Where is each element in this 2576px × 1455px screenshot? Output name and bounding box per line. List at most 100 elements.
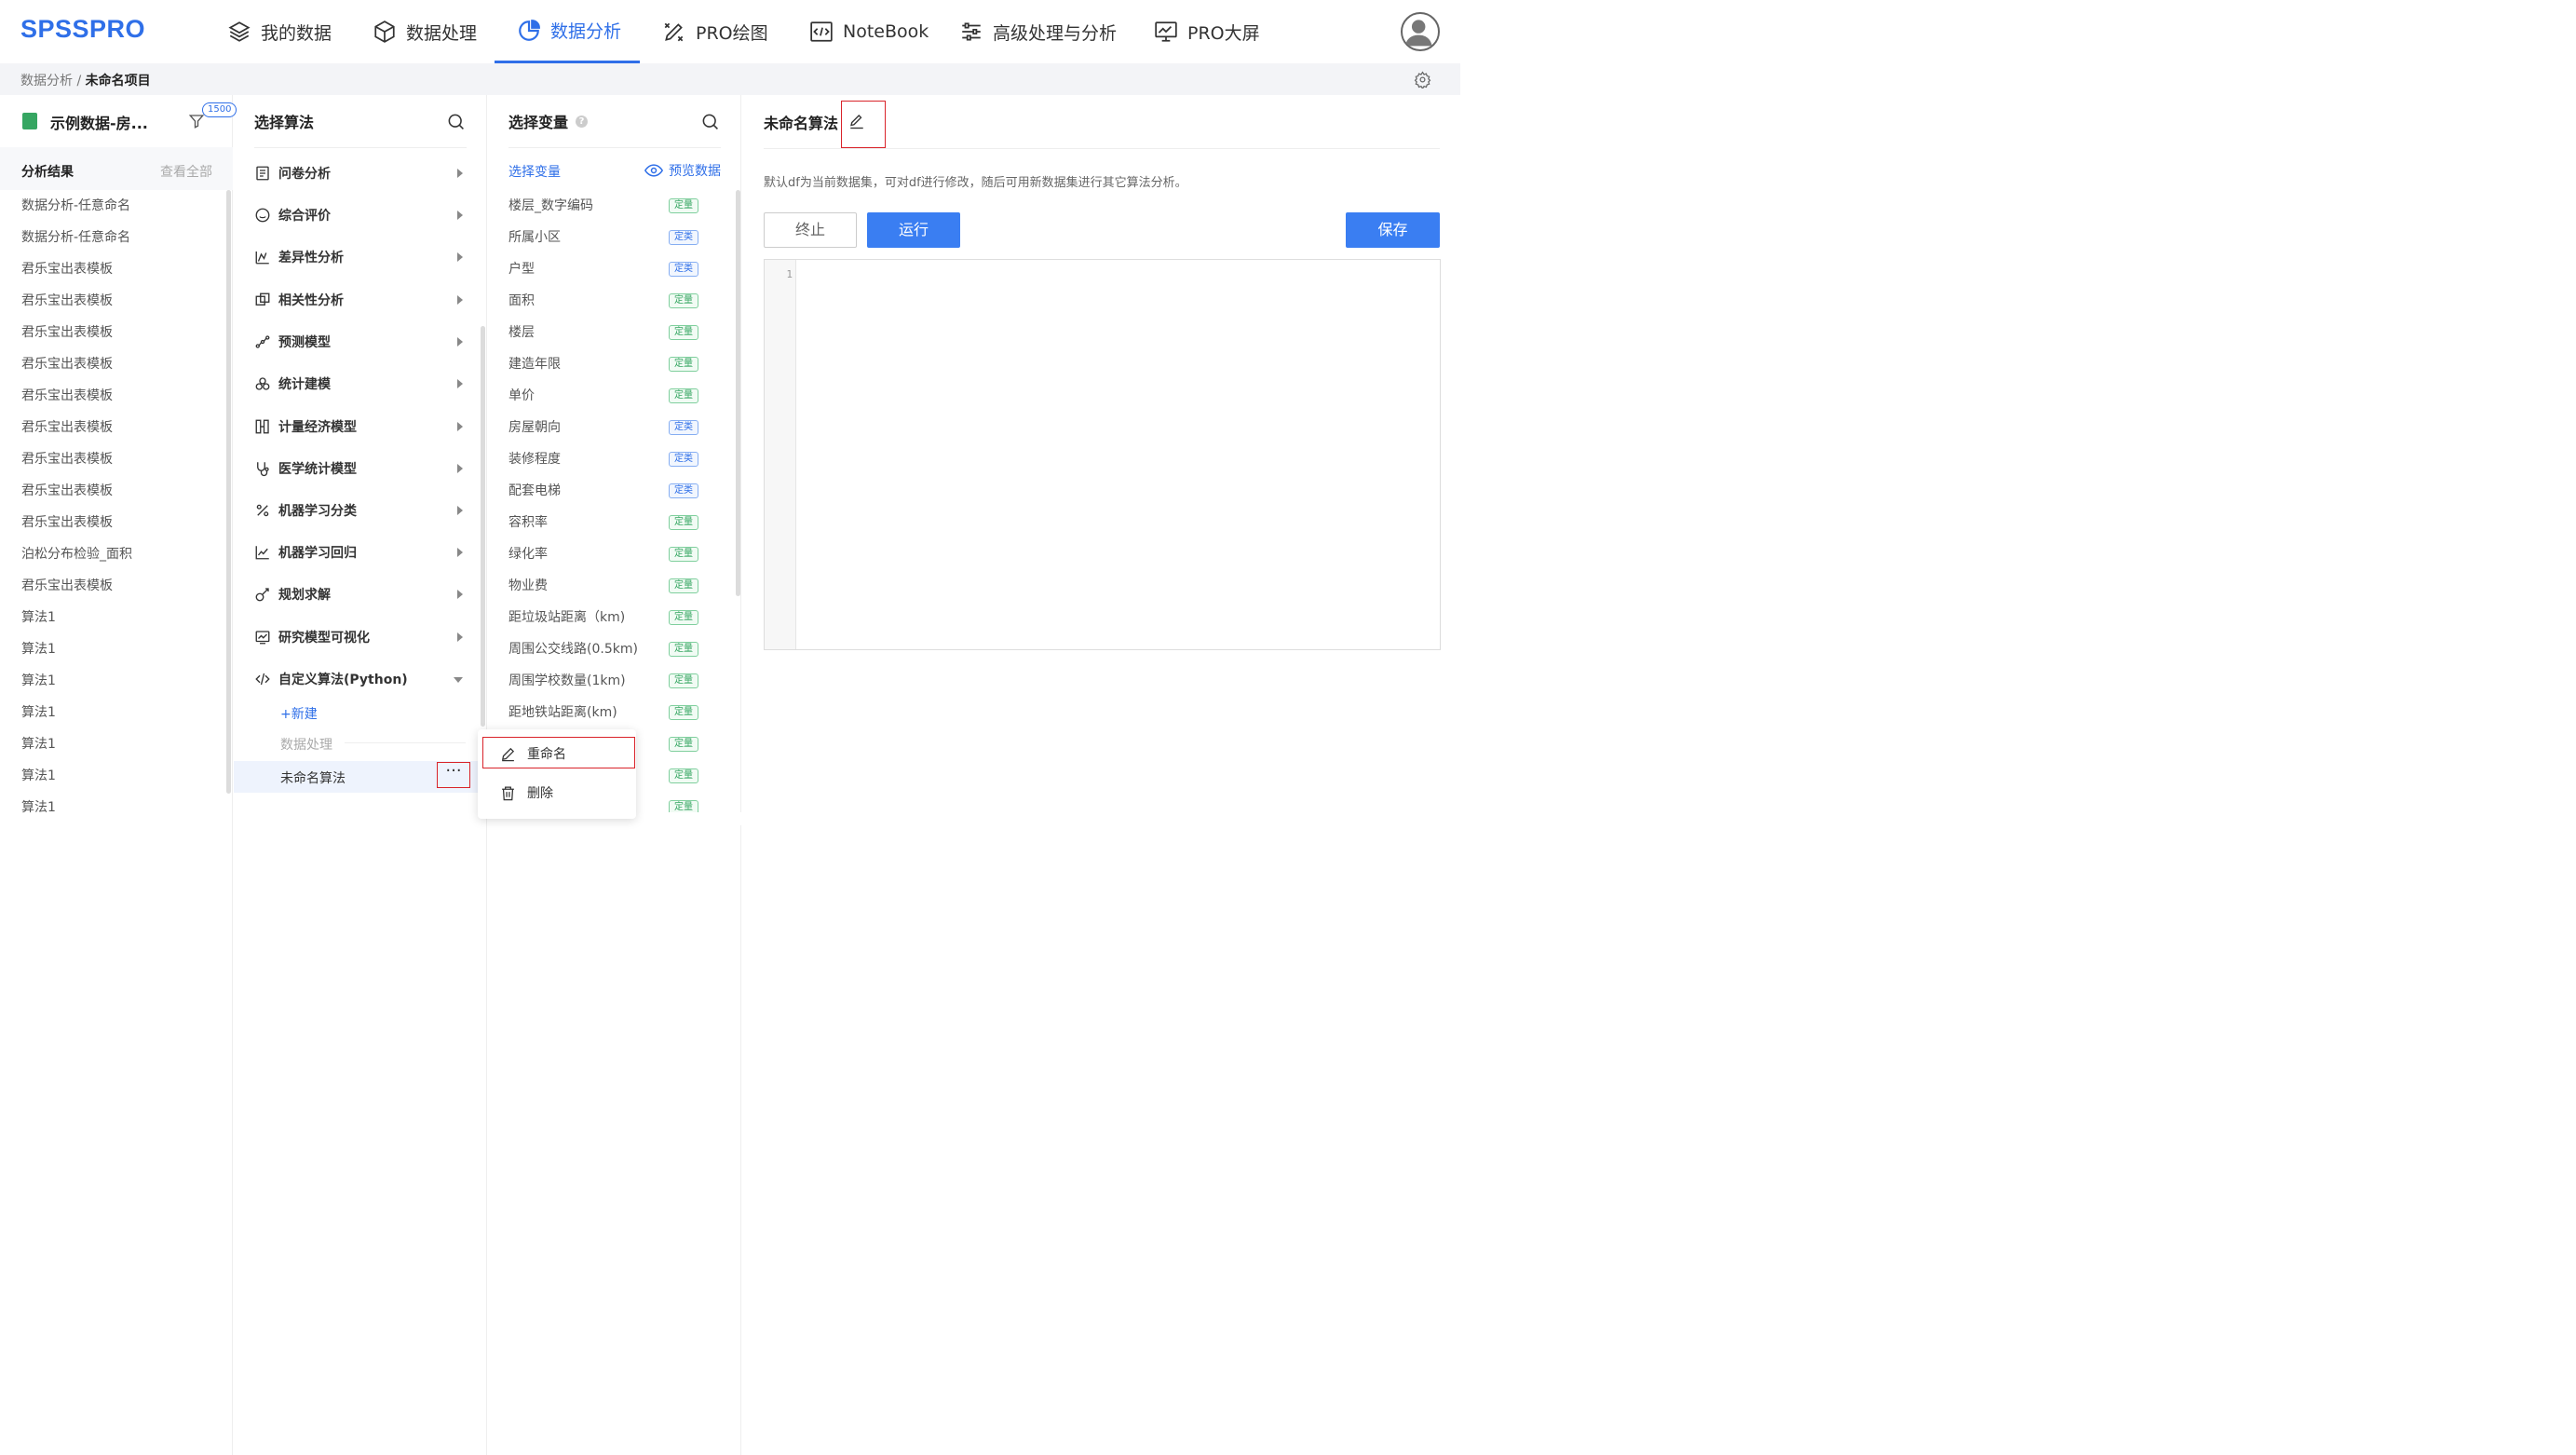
results-title: 分析结果 (21, 165, 74, 180)
view-all-link[interactable]: 查看全部 (160, 162, 212, 181)
nav-advanced[interactable]: 高级处理与分析 (959, 0, 1117, 63)
app-logo[interactable]: SPSSPRO (20, 15, 145, 44)
result-item[interactable]: 算法1 (0, 665, 227, 697)
result-item[interactable]: 算法1 (0, 697, 227, 728)
preview-data-label: 预览数据 (669, 164, 721, 179)
algorithm-category-label: 自定义算法(Python) (278, 673, 408, 687)
algorithm-category[interactable]: 问卷分析 (254, 162, 468, 184)
result-item[interactable]: 算法1 (0, 792, 227, 823)
result-item[interactable]: 君乐宝出表模板 (0, 475, 227, 507)
algorithm-scrollbar[interactable] (481, 326, 485, 727)
algorithm-category[interactable]: 研究模型可视化 (254, 626, 468, 648)
variable-name: 距地铁站距离(km) (508, 705, 617, 720)
result-item[interactable]: 算法1 (0, 602, 227, 633)
nav-pro-drawing[interactable]: PRO绘图 (662, 0, 768, 63)
result-item[interactable]: 数据分析-任意命名 (0, 222, 227, 253)
algorithm-category[interactable]: 自定义算法(Python) (254, 668, 468, 690)
variable-item[interactable]: 所属小区 定类 (508, 222, 704, 253)
results-scrollbar[interactable] (226, 190, 231, 794)
variable-scrollbar[interactable] (736, 190, 740, 596)
variable-item[interactable]: 容积率 定量 (508, 507, 704, 538)
result-item[interactable]: 君乐宝出表模板 (0, 443, 227, 475)
algorithm-category-label: 计量经济模型 (278, 420, 357, 435)
variable-type-tag: 定类 (669, 230, 698, 245)
variable-item[interactable]: 距垃圾站距离（km) 定量 (508, 602, 704, 633)
nav-pro-dashboard[interactable]: PRO大屏 (1154, 0, 1260, 63)
algorithm-category[interactable]: 医学统计模型 (254, 457, 468, 480)
variable-item[interactable]: 建造年限 定量 (508, 348, 704, 380)
draw-icon (664, 22, 684, 42)
stop-button[interactable]: 终止 (764, 212, 857, 248)
chevron-right-icon (457, 169, 463, 178)
variable-item[interactable]: 配套电梯 定类 (508, 475, 704, 507)
chevron-right-icon (457, 632, 463, 642)
algorithm-group-label: 数据处理 (280, 738, 332, 753)
code-editor[interactable]: 1 (764, 259, 1441, 650)
nav-notebook[interactable]: NoteBook (809, 0, 929, 63)
variable-name: 容积率 (508, 515, 548, 530)
nav-label: PRO绘图 (696, 22, 768, 44)
search-icon[interactable] (447, 113, 465, 130)
result-item[interactable]: 君乐宝出表模板 (0, 285, 227, 317)
new-algorithm-link[interactable]: +新建 (280, 704, 318, 723)
algorithm-category[interactable]: 机器学习分类 (254, 499, 468, 522)
difference-icon (255, 252, 269, 265)
help-icon[interactable]: ? (576, 115, 589, 128)
result-item[interactable]: 君乐宝出表模板 (0, 317, 227, 348)
variable-item[interactable]: 户型 定类 (508, 253, 704, 285)
algorithm-category[interactable]: 规划求解 (254, 583, 468, 605)
nav-data-processing[interactable]: 数据处理 (373, 0, 477, 63)
preview-data-button[interactable]: 预览数据 (644, 161, 721, 180)
nav-my-data[interactable]: 我的数据 (227, 0, 332, 63)
algorithm-category[interactable]: 机器学习回归 (254, 541, 468, 564)
variable-item[interactable]: 单价 定量 (508, 380, 704, 412)
variable-item[interactable]: 距地铁站距离(km) 定量 (508, 697, 704, 728)
selected-algorithm-label[interactable]: 未命名算法 (280, 768, 346, 787)
algorithm-category[interactable]: 差异性分析 (254, 246, 468, 268)
algorithm-category-label: 机器学习分类 (278, 504, 357, 519)
algorithm-category[interactable]: 相关性分析 (254, 289, 468, 311)
algorithm-category[interactable]: 综合评价 (254, 204, 468, 226)
variable-type-tag: 定量 (669, 737, 698, 752)
nav-label: 数据分析 (550, 21, 622, 42)
variable-item[interactable]: 装修程度 定类 (508, 443, 704, 475)
result-item[interactable]: 君乐宝出表模板 (0, 570, 227, 602)
variable-name: 配套电梯 (508, 483, 561, 498)
save-button[interactable]: 保存 (1346, 212, 1440, 248)
variable-item[interactable]: 周围公交线路(0.5km) 定量 (508, 633, 704, 665)
user-avatar[interactable] (1401, 12, 1440, 51)
more-options-button[interactable]: ··· (437, 762, 470, 788)
percent-icon (256, 504, 269, 517)
algorithm-category[interactable]: 计量经济模型 (254, 415, 468, 438)
result-item[interactable]: 数据分析-任意命名 (0, 190, 227, 222)
variable-item[interactable]: 绿化率 定量 (508, 538, 704, 570)
variable-item[interactable]: 房屋朝向 定类 (508, 412, 704, 443)
nav-data-analysis[interactable]: 数据分析 (495, 0, 640, 63)
result-item[interactable]: 泊松分布检验_面积 (0, 538, 227, 570)
result-item[interactable]: 君乐宝出表模板 (0, 253, 227, 285)
algorithm-category[interactable]: 统计建模 (254, 373, 468, 395)
breadcrumb-parent[interactable]: 数据分析 (20, 74, 73, 88)
delete-menu-item[interactable]: 删除 (478, 776, 636, 809)
result-item[interactable]: 君乐宝出表模板 (0, 348, 227, 380)
variable-item[interactable]: 面积 定量 (508, 285, 704, 317)
search-icon[interactable] (701, 113, 719, 130)
chevron-right-icon (457, 464, 463, 473)
variable-type-tag: 定量 (669, 325, 698, 340)
code-window-icon (810, 21, 833, 42)
variable-item[interactable]: 楼层 定量 (508, 317, 704, 348)
result-item[interactable]: 算法1 (0, 728, 227, 760)
settings-gear-icon[interactable] (1414, 71, 1431, 88)
variable-item[interactable]: 物业费 定量 (508, 570, 704, 602)
variable-item[interactable]: 周围学校数量(1km) 定量 (508, 665, 704, 697)
result-item[interactable]: 君乐宝出表模板 (0, 507, 227, 538)
filter-icon[interactable] (188, 113, 205, 129)
result-item[interactable]: 算法1 (0, 633, 227, 665)
dataset-name[interactable]: 示例数据-房... (50, 111, 148, 133)
variable-item[interactable]: 楼层_数字编码 定量 (508, 190, 704, 222)
result-item[interactable]: 君乐宝出表模板 (0, 380, 227, 412)
run-button[interactable]: 运行 (867, 212, 960, 248)
result-item[interactable]: 算法1 (0, 760, 227, 792)
result-item[interactable]: 君乐宝出表模板 (0, 412, 227, 443)
algorithm-category[interactable]: 预测模型 (254, 331, 468, 353)
